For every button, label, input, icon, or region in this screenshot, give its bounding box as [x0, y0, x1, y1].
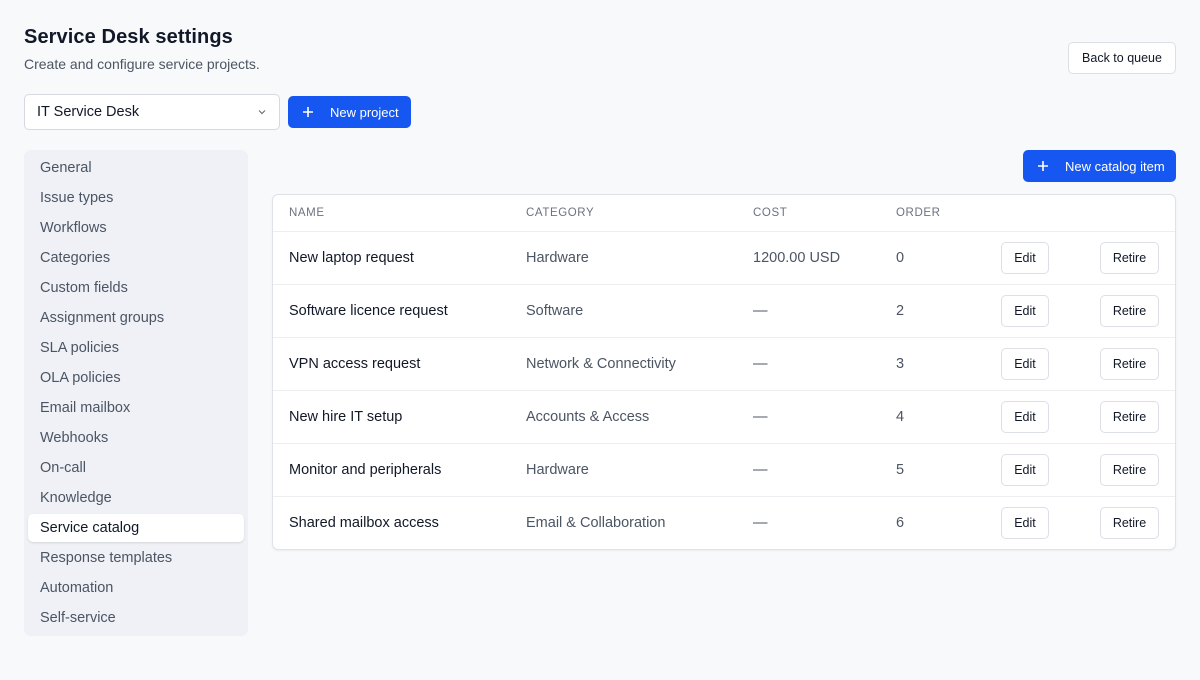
catalog-item-category: Network & Connectivity	[526, 356, 676, 372]
chevron-down-icon	[258, 110, 266, 115]
catalog-item-cost: —	[753, 409, 768, 425]
project-select-value: IT Service Desk	[37, 104, 140, 120]
retire-button[interactable]: Retire	[1100, 401, 1159, 433]
sidebar-item-assignment-groups[interactable]: Assignment groups	[28, 304, 244, 332]
catalog-item-category: Email & Collaboration	[526, 515, 666, 531]
sidebar-item-ola-policies[interactable]: OLA policies	[28, 364, 244, 392]
service-catalog-table: NAME CATEGORY COST ORDER New laptop requ…	[272, 194, 1176, 550]
catalog-item-order: 6	[896, 515, 905, 531]
catalog-item-cost: —	[753, 515, 768, 531]
table-row: New laptop request Hardware 1200.00 USD 0 Ed…	[273, 231, 1175, 284]
retire-button[interactable]: Retire	[1100, 242, 1159, 274]
catalog-item-name: Monitor and peripherals	[289, 462, 442, 478]
edit-button[interactable]: Edit	[1001, 401, 1049, 433]
catalog-item-cost: —	[753, 303, 768, 319]
column-header-category: CATEGORY	[526, 207, 595, 219]
plus-icon	[1038, 161, 1048, 171]
table-row: VPN access request Network & Connectivity…	[273, 337, 1175, 390]
retire-button[interactable]: Retire	[1100, 454, 1159, 486]
back-to-queue-button[interactable]: Back to queue	[1068, 42, 1176, 74]
edit-button[interactable]: Edit	[1001, 454, 1049, 486]
catalog-item-name: New hire IT setup	[289, 409, 403, 425]
retire-button[interactable]: Retire	[1100, 507, 1159, 539]
column-header-cost: COST	[753, 207, 788, 219]
settings-page: Service Desk settings Create and configu…	[0, 0, 1200, 680]
catalog-item-name: VPN access request	[289, 356, 421, 372]
sidebar-item-response-templates[interactable]: Response templates	[28, 544, 244, 572]
catalog-item-name: Software licence request	[289, 303, 448, 319]
catalog-item-category: Software	[526, 303, 584, 319]
sidebar-item-service-catalog[interactable]: Service catalog	[28, 514, 244, 542]
catalog-item-cost: —	[753, 356, 768, 372]
retire-button[interactable]: Retire	[1100, 295, 1159, 327]
project-select[interactable]: IT Service Desk	[24, 94, 280, 130]
edit-button[interactable]: Edit	[1001, 507, 1049, 539]
column-header-order: ORDER	[896, 207, 941, 219]
sidebar-item-knowledge[interactable]: Knowledge	[28, 484, 244, 512]
catalog-item-cost: —	[753, 462, 768, 478]
new-catalog-item-label: New catalog item	[1065, 158, 1165, 174]
sidebar-item-email-mailbox[interactable]: Email mailbox	[28, 394, 244, 422]
sidebar-item-custom-fields[interactable]: Custom fields	[28, 274, 244, 302]
catalog-item-category: Hardware	[526, 250, 589, 266]
catalog-item-category: Hardware	[526, 462, 589, 478]
new-project-button[interactable]: New project	[288, 96, 411, 128]
sidebar-item-webhooks[interactable]: Webhooks	[28, 424, 244, 452]
page-title: Service Desk settings	[24, 26, 233, 48]
edit-button[interactable]: Edit	[1001, 348, 1049, 380]
table-row: New hire IT setup Accounts & Access — 4 Edit…	[273, 390, 1175, 443]
sidebar-item-automation[interactable]: Automation	[28, 574, 244, 602]
plus-icon	[303, 107, 313, 117]
edit-button[interactable]: Edit	[1001, 295, 1049, 327]
catalog-item-order: 3	[896, 356, 905, 372]
table-row: Software licence request Software — 2 Edit Re…	[273, 284, 1175, 337]
new-project-label: New project	[330, 104, 399, 120]
sidebar-item-issue-types[interactable]: Issue types	[28, 184, 244, 212]
page-subtitle: Create and configure service projects.	[24, 56, 260, 72]
new-catalog-item-button[interactable]: New catalog item	[1023, 150, 1176, 182]
sidebar-item-categories[interactable]: Categories	[28, 244, 244, 272]
table-row: Shared mailbox access Email & Collaborati…	[273, 496, 1175, 549]
sidebar-item-on-call[interactable]: On-call	[28, 454, 244, 482]
table-row: Monitor and peripherals Hardware — 5 Edit Ret…	[273, 443, 1175, 496]
column-header-name: NAME	[289, 207, 325, 219]
sidebar-item-general[interactable]: General	[28, 154, 244, 182]
edit-button[interactable]: Edit	[1001, 242, 1049, 274]
catalog-item-order: 4	[896, 409, 905, 425]
sidebar-item-self-service[interactable]: Self-service	[28, 604, 244, 632]
sidebar-item-workflows[interactable]: Workflows	[28, 214, 244, 242]
retire-button[interactable]: Retire	[1100, 348, 1159, 380]
catalog-item-cost: 1200.00 USD	[753, 250, 841, 266]
catalog-item-name: New laptop request	[289, 250, 414, 266]
sidebar-item-sla-policies[interactable]: SLA policies	[28, 334, 244, 362]
catalog-item-order: 2	[896, 303, 905, 319]
catalog-item-order: 5	[896, 462, 905, 478]
catalog-item-category: Accounts & Access	[526, 409, 650, 425]
catalog-item-order: 0	[896, 250, 905, 266]
catalog-item-name: Shared mailbox access	[289, 515, 439, 531]
settings-sidebar: General Issue types Workflows Categories Cus…	[24, 150, 248, 636]
